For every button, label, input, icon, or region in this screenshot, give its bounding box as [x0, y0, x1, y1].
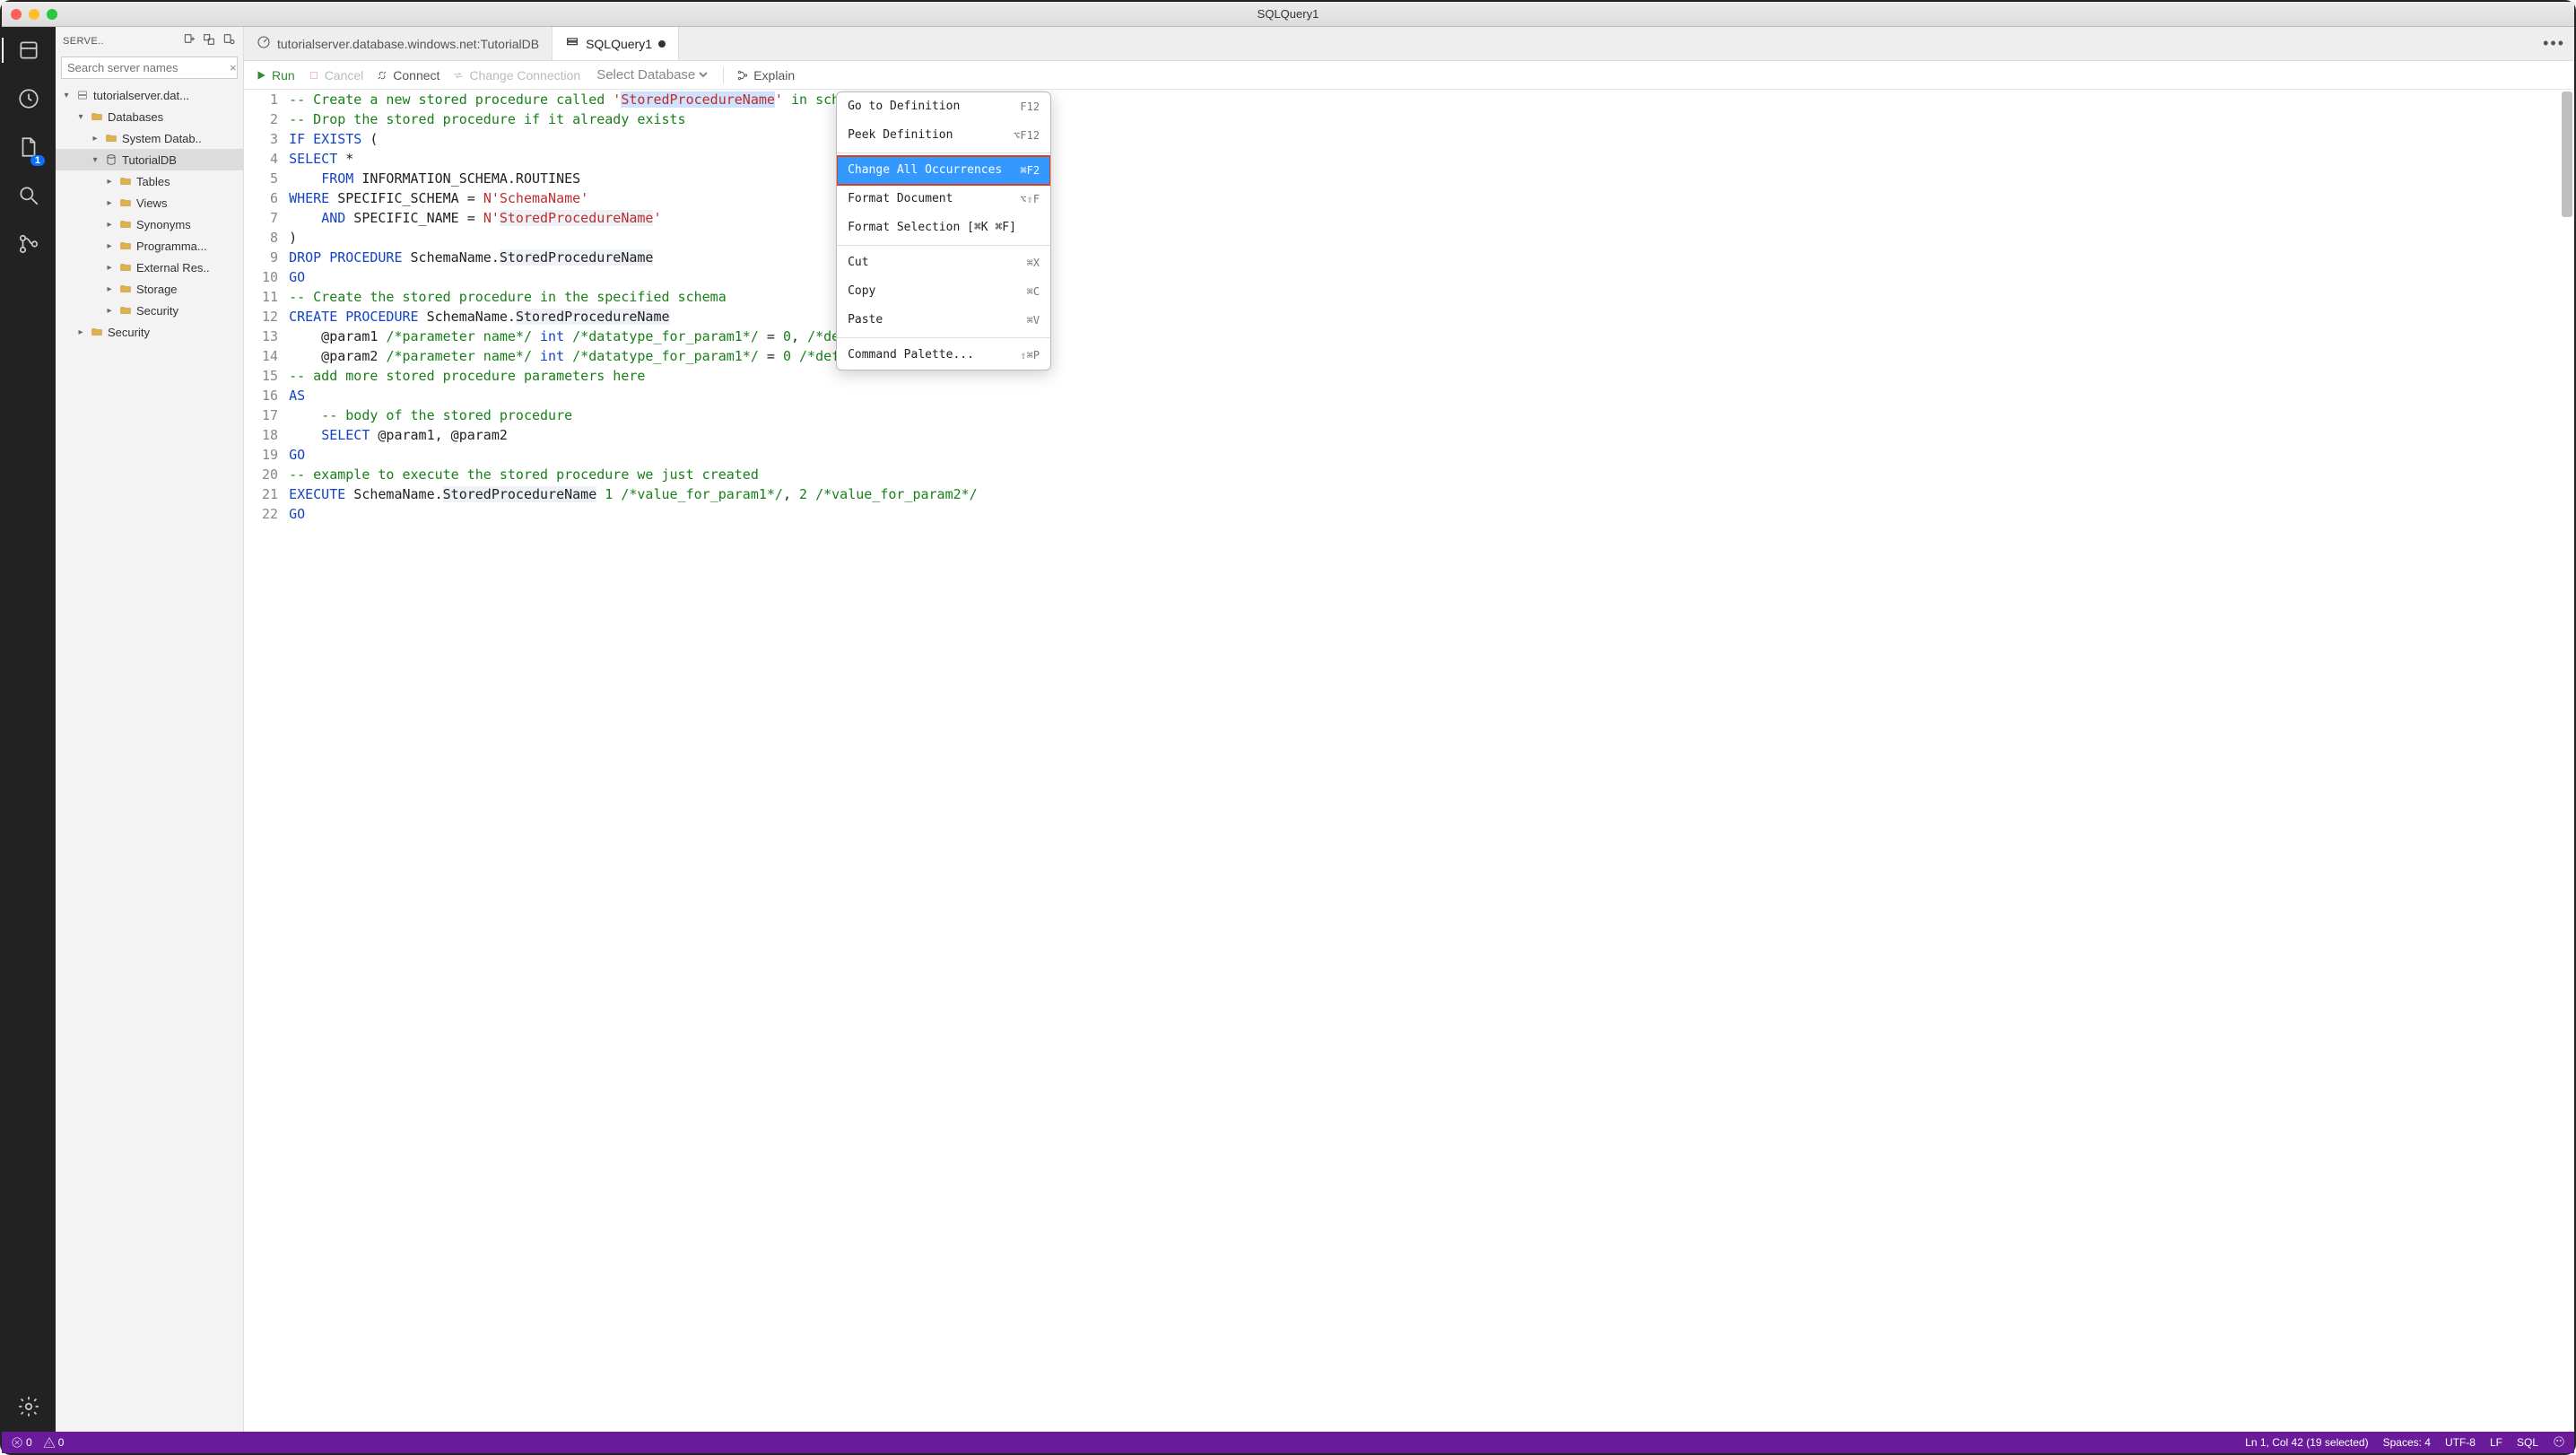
feedback-icon[interactable]	[2553, 1435, 2565, 1451]
unsaved-indicator-icon	[658, 40, 666, 48]
indent-status[interactable]: Spaces: 4	[2383, 1436, 2431, 1449]
code-body[interactable]: -- Create a new stored procedure called …	[289, 90, 2574, 1432]
ctx-item[interactable]: Copy⌘C	[837, 277, 1050, 306]
tab-connection[interactable]: tutorialserver.database.windows.net:Tuto…	[244, 27, 553, 60]
ctx-item[interactable]: Paste⌘V	[837, 306, 1050, 335]
search-icon[interactable]	[13, 179, 45, 212]
folder-icon	[104, 131, 118, 145]
server-icon	[75, 88, 90, 102]
new-group-icon[interactable]	[202, 32, 216, 49]
ctx-item[interactable]: Go to DefinitionF12	[837, 92, 1050, 121]
errors-icon[interactable]: 0	[11, 1436, 32, 1449]
change-connection-button: Change Connection	[452, 68, 580, 83]
sidebar: SERVE.. × tutorialserver.dat... Database…	[56, 27, 244, 1432]
run-button[interactable]: Run	[255, 68, 295, 83]
language-status[interactable]: SQL	[2517, 1436, 2538, 1449]
tab-overflow-icon[interactable]: •••	[2543, 34, 2565, 53]
tree-tables[interactable]: Tables	[56, 170, 243, 192]
status-bar: 0 0 Ln 1, Col 42 (19 selected) Spaces: 4…	[2, 1432, 2574, 1453]
collapse-icon[interactable]	[222, 32, 236, 49]
cancel-button: Cancel	[308, 68, 364, 83]
ctx-item[interactable]: Cut⌘X	[837, 248, 1050, 277]
history-icon[interactable]	[13, 83, 45, 115]
tree-programmability[interactable]: Programma...	[56, 235, 243, 257]
tree-security-db[interactable]: Security	[56, 300, 243, 321]
ctx-item[interactable]: Format Document⌥⇧F	[837, 185, 1050, 213]
code-editor[interactable]: 12345678910111213141516171819202122 -- C…	[244, 90, 2574, 1432]
tab-sqlquery[interactable]: SQLQuery1	[553, 27, 679, 60]
ctx-item[interactable]: Change All Occurrences⌘F2	[837, 156, 1050, 185]
scrollbar[interactable]	[2562, 90, 2572, 1432]
select-database-dropdown[interactable]: Select Database	[593, 66, 710, 83]
minimize-icon[interactable]	[29, 9, 39, 20]
folder-icon	[90, 109, 104, 124]
eol-status[interactable]: LF	[2490, 1436, 2502, 1449]
cursor-position[interactable]: Ln 1, Col 42 (19 selected)	[2245, 1436, 2368, 1449]
clear-search-icon[interactable]: ×	[227, 61, 239, 74]
editor: tutorialserver.database.windows.net:Tuto…	[244, 27, 2574, 1432]
activity-bar: 1	[2, 27, 56, 1432]
tree-external[interactable]: External Res..	[56, 257, 243, 278]
tree-tutorialdb[interactable]: TutorialDB	[56, 149, 243, 170]
new-connection-icon[interactable]	[182, 32, 196, 49]
tree-views[interactable]: Views	[56, 192, 243, 213]
gutter: 12345678910111213141516171819202122	[244, 90, 289, 1432]
connect-button[interactable]: Connect	[376, 68, 439, 83]
context-menu: Go to DefinitionF12Peek Definition⌥F12 Ch…	[836, 91, 1051, 370]
tree-databases[interactable]: Databases	[56, 106, 243, 127]
ctx-item[interactable]: Command Palette...⇧⌘P	[837, 341, 1050, 370]
tree-server[interactable]: tutorialserver.dat...	[56, 84, 243, 106]
titlebar: SQLQuery1	[2, 2, 2574, 27]
file-icon[interactable]: 1	[13, 131, 45, 163]
explain-button[interactable]: Explain	[736, 68, 795, 83]
database-icon	[104, 152, 118, 167]
close-icon[interactable]	[11, 9, 22, 20]
tree-synonyms[interactable]: Synonyms	[56, 213, 243, 235]
tree-security-server[interactable]: Security	[56, 321, 243, 343]
search-input[interactable]	[65, 59, 227, 76]
servers-icon[interactable]	[13, 34, 45, 66]
encoding-status[interactable]: UTF-8	[2445, 1436, 2476, 1449]
server-tree: tutorialserver.dat... Databases System D…	[56, 81, 243, 1432]
maximize-icon[interactable]	[47, 9, 57, 20]
tab-bar: tutorialserver.database.windows.net:Tuto…	[244, 27, 2574, 61]
tree-sys-db[interactable]: System Datab..	[56, 127, 243, 149]
warnings-icon[interactable]: 0	[43, 1436, 65, 1449]
editor-toolbar: Run Cancel Connect Change Connection Sel…	[244, 61, 2574, 90]
sidebar-title: SERVE..	[63, 36, 177, 47]
file-badge: 1	[30, 155, 45, 166]
source-control-icon[interactable]	[13, 228, 45, 260]
ctx-item[interactable]: Format Selection [⌘K ⌘F]	[837, 213, 1050, 242]
window-title: SQLQuery1	[1258, 7, 1319, 21]
ctx-item[interactable]: Peek Definition⌥F12	[837, 121, 1050, 150]
query-file-icon	[565, 35, 579, 52]
scroll-thumb[interactable]	[2562, 91, 2572, 217]
dashboard-icon	[257, 35, 271, 52]
settings-gear-icon[interactable]	[13, 1390, 45, 1423]
sidebar-search[interactable]: ×	[61, 57, 238, 79]
tree-storage[interactable]: Storage	[56, 278, 243, 300]
